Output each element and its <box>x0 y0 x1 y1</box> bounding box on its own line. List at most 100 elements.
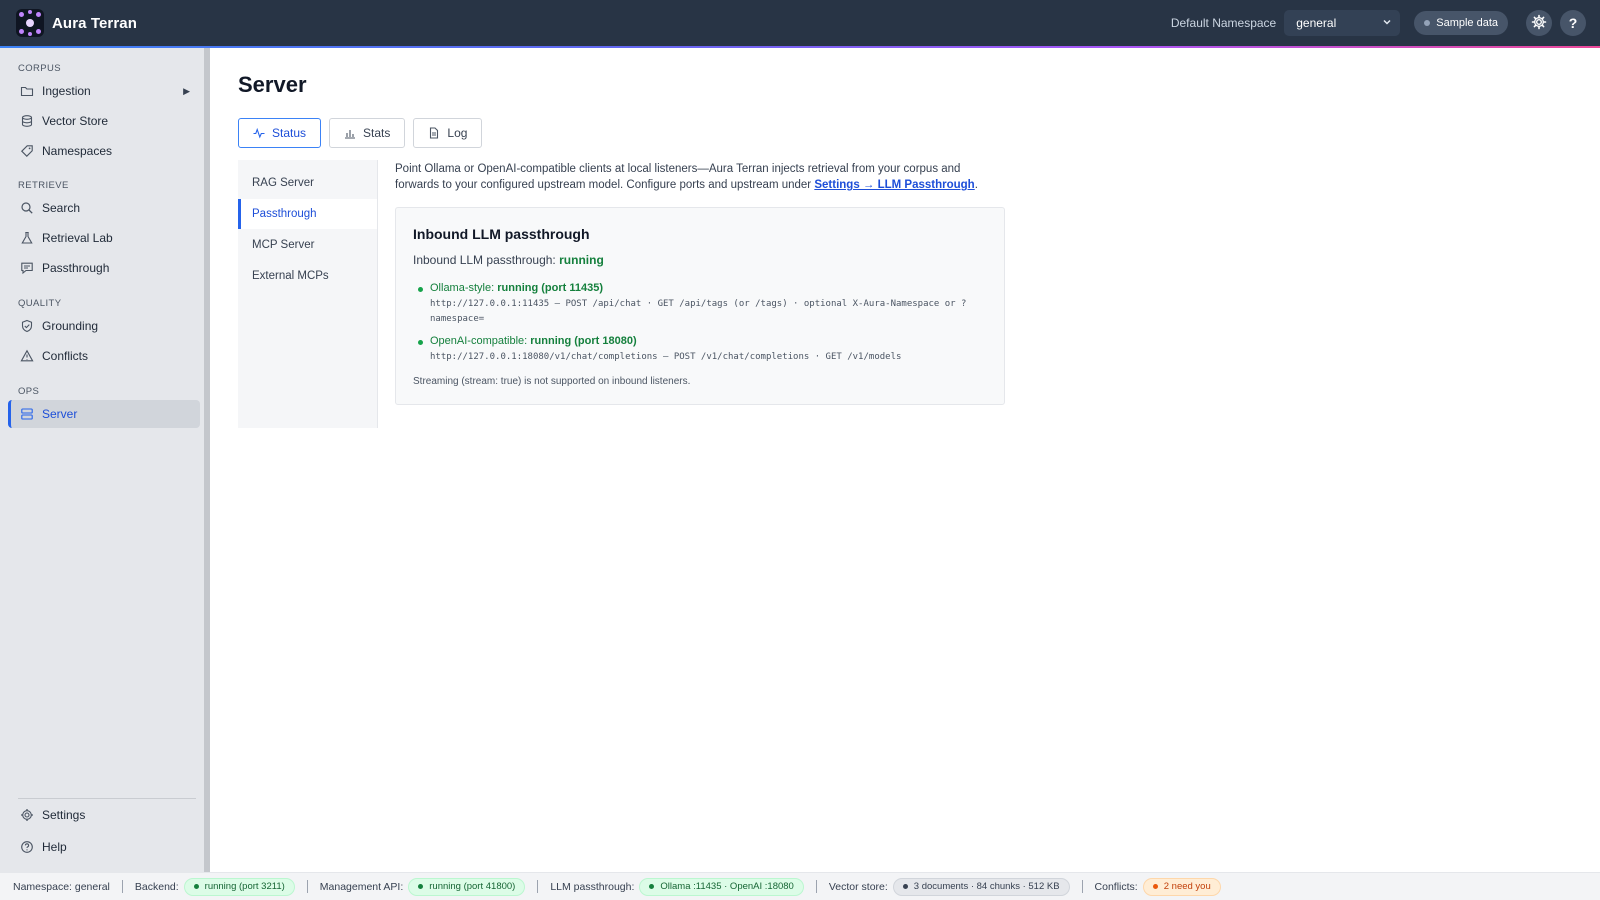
endpoint-ollama-detail: http://127.0.0.1:11435 — POST /api/chat … <box>430 299 967 324</box>
endpoint-openai: OpenAI-compatible: running (port 18080) <box>418 335 637 347</box>
sidebar-item-settings[interactable]: Settings <box>8 801 200 829</box>
subnav-item-passthrough[interactable]: Passthrough <box>238 199 377 229</box>
sidebar-item-ingestion[interactable]: Ingestion ▶ <box>8 77 200 105</box>
badge-text: running (port 41800) <box>429 881 516 892</box>
bar-chart-icon <box>344 127 356 139</box>
description-end: . <box>974 179 978 191</box>
sidebar-item-namespaces[interactable]: Namespaces <box>8 137 200 165</box>
sidebar-item-label: Search <box>42 201 81 215</box>
flask-icon <box>20 231 34 245</box>
card-title: Inbound LLM passthrough <box>413 226 590 242</box>
tab-label: Log <box>447 126 468 140</box>
subnav-item-rag-server[interactable]: RAG Server <box>238 168 377 198</box>
sidebar-item-label: Grounding <box>42 319 99 333</box>
gear-icon <box>1531 14 1547 33</box>
footer-namespace: Namespace: general <box>13 880 110 893</box>
sidebar-item-vector-store[interactable]: Vector Store <box>8 107 200 135</box>
sidebar-item-retrieval-lab[interactable]: Retrieval Lab <box>8 224 200 252</box>
server-subnav: RAG Server Passthrough MCP Server Extern… <box>238 160 378 428</box>
settings-llm-passthrough-link[interactable]: Settings → LLM Passthrough <box>814 179 974 191</box>
footer-llm-label: LLM passthrough: <box>550 880 635 893</box>
footer-separator <box>815 880 817 893</box>
folder-icon <box>20 84 34 98</box>
sidebar-item-label: Passthrough <box>42 261 110 275</box>
sidebar-item-search[interactable]: Search <box>8 194 200 222</box>
tab-bar: Status Stats Log <box>238 118 490 148</box>
sidebar-item-label: Vector Store <box>42 114 109 128</box>
tab-log[interactable]: Log <box>413 118 483 148</box>
tab-stats[interactable]: Stats <box>329 118 406 148</box>
sample-data-label: Sample data <box>1436 17 1498 29</box>
gear-icon <box>20 808 34 822</box>
endpoint-status: running (port 18080) <box>530 335 637 347</box>
chevron-down-icon <box>1382 17 1392 30</box>
endpoint-name: Ollama-style: <box>430 282 495 294</box>
footer-vector-label: Vector store: <box>828 880 888 893</box>
llm-status-badge: Ollama :11435 · OpenAI :18080 <box>639 877 804 896</box>
section-title-corpus: CORPUS <box>18 63 62 74</box>
warning-icon <box>20 349 34 363</box>
endpoint-openai-detail: http://127.0.0.1:18080/v1/chat/completio… <box>430 352 902 362</box>
file-icon <box>428 127 440 139</box>
status-label: Inbound LLM passthrough: <box>413 253 556 267</box>
sidebar-item-conflicts[interactable]: Conflicts <box>8 342 200 370</box>
sidebar-item-grounding[interactable]: Grounding <box>8 312 200 340</box>
badge-text: 2 need you <box>1163 881 1211 892</box>
card-status: Inbound LLM passthrough: running <box>413 253 604 267</box>
endpoint-status: running (port 11435) <box>497 282 603 294</box>
sidebar-item-label: Server <box>42 407 78 421</box>
brand[interactable]: Aura Terran <box>16 9 137 37</box>
search-icon <box>20 201 34 215</box>
logo-icon <box>16 9 44 37</box>
tab-label: Stats <box>363 126 391 140</box>
subnav-item-external-mcps[interactable]: External MCPs <box>238 261 377 291</box>
database-icon <box>20 114 34 128</box>
chat-icon <box>20 261 34 275</box>
caret-right-icon: ▶ <box>183 85 190 96</box>
tag-icon <box>20 144 34 158</box>
endpoint-name: OpenAI-compatible: <box>430 335 528 347</box>
footer-separator <box>121 880 123 893</box>
sidebar-divider <box>18 798 196 799</box>
tab-status[interactable]: Status <box>238 118 322 148</box>
sidebar-item-label: Namespaces <box>42 144 113 158</box>
subnav-item-mcp-server[interactable]: MCP Server <box>238 230 377 260</box>
sidebar-resize-handle[interactable] <box>204 48 210 872</box>
badge-text: 3 documents · 84 chunks · 512 KB <box>913 881 1060 892</box>
section-title-ops: OPS <box>18 386 40 397</box>
footer-separator <box>537 880 539 893</box>
footer-mgmt-label: Management API: <box>319 880 404 893</box>
sidebar-item-label: Ingestion <box>42 84 91 98</box>
footer-separator <box>1081 880 1083 893</box>
footer-separator <box>306 880 308 893</box>
inbound-passthrough-card: Inbound LLM passthrough Inbound LLM pass… <box>395 207 1005 405</box>
brand-name: Aura Terran <box>52 14 138 32</box>
namespace-select[interactable]: general <box>1284 10 1401 36</box>
tab-label: Status <box>272 126 307 140</box>
sidebar-item-label: Retrieval Lab <box>42 231 113 245</box>
sidebar-item-help[interactable]: Help <box>8 833 200 861</box>
sidebar-item-passthrough[interactable]: Passthrough <box>8 254 200 282</box>
sidebar-item-server[interactable]: Server <box>8 400 200 428</box>
footer-conflicts-label: Conflicts: <box>1094 880 1138 893</box>
mgmt-status-badge: running (port 41800) <box>408 877 526 896</box>
backend-status-badge: running (port 3211) <box>183 877 295 896</box>
footer-backend-label: Backend: <box>134 880 179 893</box>
section-title-retrieve: RETRIEVE <box>18 180 69 191</box>
streaming-note: Streaming (stream: true) is not supporte… <box>413 376 691 387</box>
endpoint-ollama: Ollama-style: running (port 11435) <box>418 282 603 294</box>
sample-data-button[interactable]: Sample data <box>1414 11 1508 35</box>
vector-status-badge: 3 documents · 84 chunks · 512 KB <box>892 877 1070 896</box>
bullet-icon <box>418 287 423 292</box>
settings-button[interactable] <box>1526 10 1552 36</box>
question-icon: ? <box>1568 15 1578 31</box>
badge-text: Ollama :11435 · OpenAI :18080 <box>660 881 794 892</box>
default-namespace-label: Default Namespace <box>1170 16 1277 30</box>
conflicts-status-badge[interactable]: 2 need you <box>1142 877 1221 896</box>
sidebar: CORPUS Ingestion ▶ Vector Store Namespac… <box>0 48 204 872</box>
top-accent-line <box>0 46 1600 48</box>
server-icon <box>20 407 34 421</box>
status-dot-icon <box>1424 20 1431 26</box>
sidebar-item-label: Help <box>42 840 67 854</box>
help-button[interactable]: ? <box>1560 10 1586 36</box>
